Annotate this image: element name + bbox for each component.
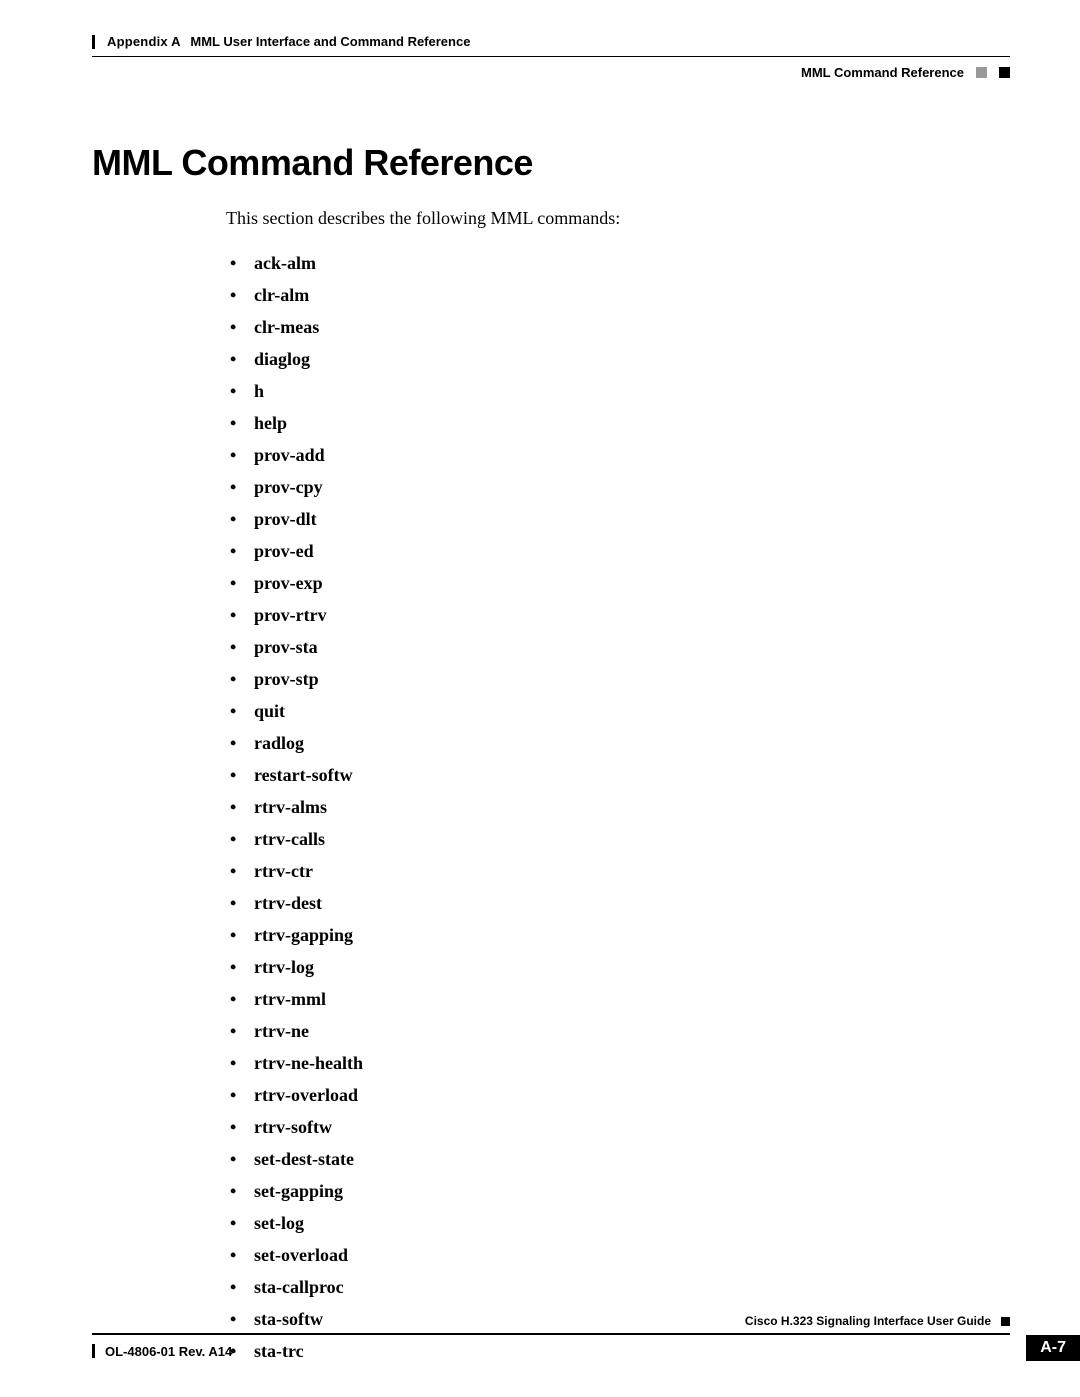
appendix-title: MML User Interface and Command Reference [190,34,470,49]
command-item: h [226,375,1010,407]
command-item: prov-dlt [226,503,1010,535]
page: Appendix A MML User Interface and Comman… [0,0,1080,1397]
command-item: help [226,407,1010,439]
command-item: rtrv-gapping [226,919,1010,951]
command-item: clr-meas [226,311,1010,343]
command-item: set-gapping [226,1175,1010,1207]
header-rule [92,56,1010,57]
page-footer: Cisco H.323 Signaling Interface User Gui… [92,1314,1080,1361]
command-item: set-log [226,1207,1010,1239]
footer-guide-line: Cisco H.323 Signaling Interface User Gui… [92,1314,1080,1328]
intro-text: This section describes the following MML… [226,208,1010,229]
command-item: set-dest-state [226,1143,1010,1175]
command-item: rtrv-ctr [226,855,1010,887]
command-item: radlog [226,727,1010,759]
command-item: clr-alm [226,279,1010,311]
command-list: ack-almclr-almclr-measdiagloghhelpprov-a… [226,247,1010,1367]
command-item: prov-rtrv [226,599,1010,631]
running-head: Appendix A MML User Interface and Comman… [92,34,1010,80]
section-square-grey-icon [976,67,987,78]
command-item: rtrv-alms [226,791,1010,823]
header-tick-icon [92,35,95,49]
page-number-badge: A-7 [1026,1335,1080,1361]
command-item: prov-stp [226,663,1010,695]
command-item: diaglog [226,343,1010,375]
footer-revision: OL-4806-01 Rev. A14 [92,1344,232,1359]
section-line: MML Command Reference [92,65,1010,81]
command-item: prov-exp [226,567,1010,599]
command-item: rtrv-mml [226,983,1010,1015]
section-title: MML Command Reference [801,65,964,81]
footer-guide-title: Cisco H.323 Signaling Interface User Gui… [745,1314,991,1328]
footer-tick-icon [92,1344,95,1358]
command-item: rtrv-calls [226,823,1010,855]
command-item: rtrv-ne-health [226,1047,1010,1079]
command-item: prov-sta [226,631,1010,663]
command-item: prov-ed [226,535,1010,567]
command-item: set-overload [226,1239,1010,1271]
command-item: rtrv-overload [226,1079,1010,1111]
command-item: prov-add [226,439,1010,471]
section-square-icon [999,67,1010,78]
command-item: rtrv-ne [226,1015,1010,1047]
command-item: rtrv-softw [226,1111,1010,1143]
command-item: restart-softw [226,759,1010,791]
command-item: sta-callproc [226,1271,1010,1303]
command-item: rtrv-dest [226,887,1010,919]
command-item: rtrv-log [226,951,1010,983]
footer-square-icon [1001,1317,1010,1326]
appendix-label: Appendix A [107,34,181,49]
footer-bar: OL-4806-01 Rev. A14 A-7 [92,1335,1080,1361]
footer-revision-text: OL-4806-01 Rev. A14 [105,1344,232,1359]
command-item: prov-cpy [226,471,1010,503]
command-item: quit [226,695,1010,727]
command-item: ack-alm [226,247,1010,279]
page-title: MML Command Reference [92,142,1010,184]
appendix-line: Appendix A MML User Interface and Comman… [92,34,1010,50]
